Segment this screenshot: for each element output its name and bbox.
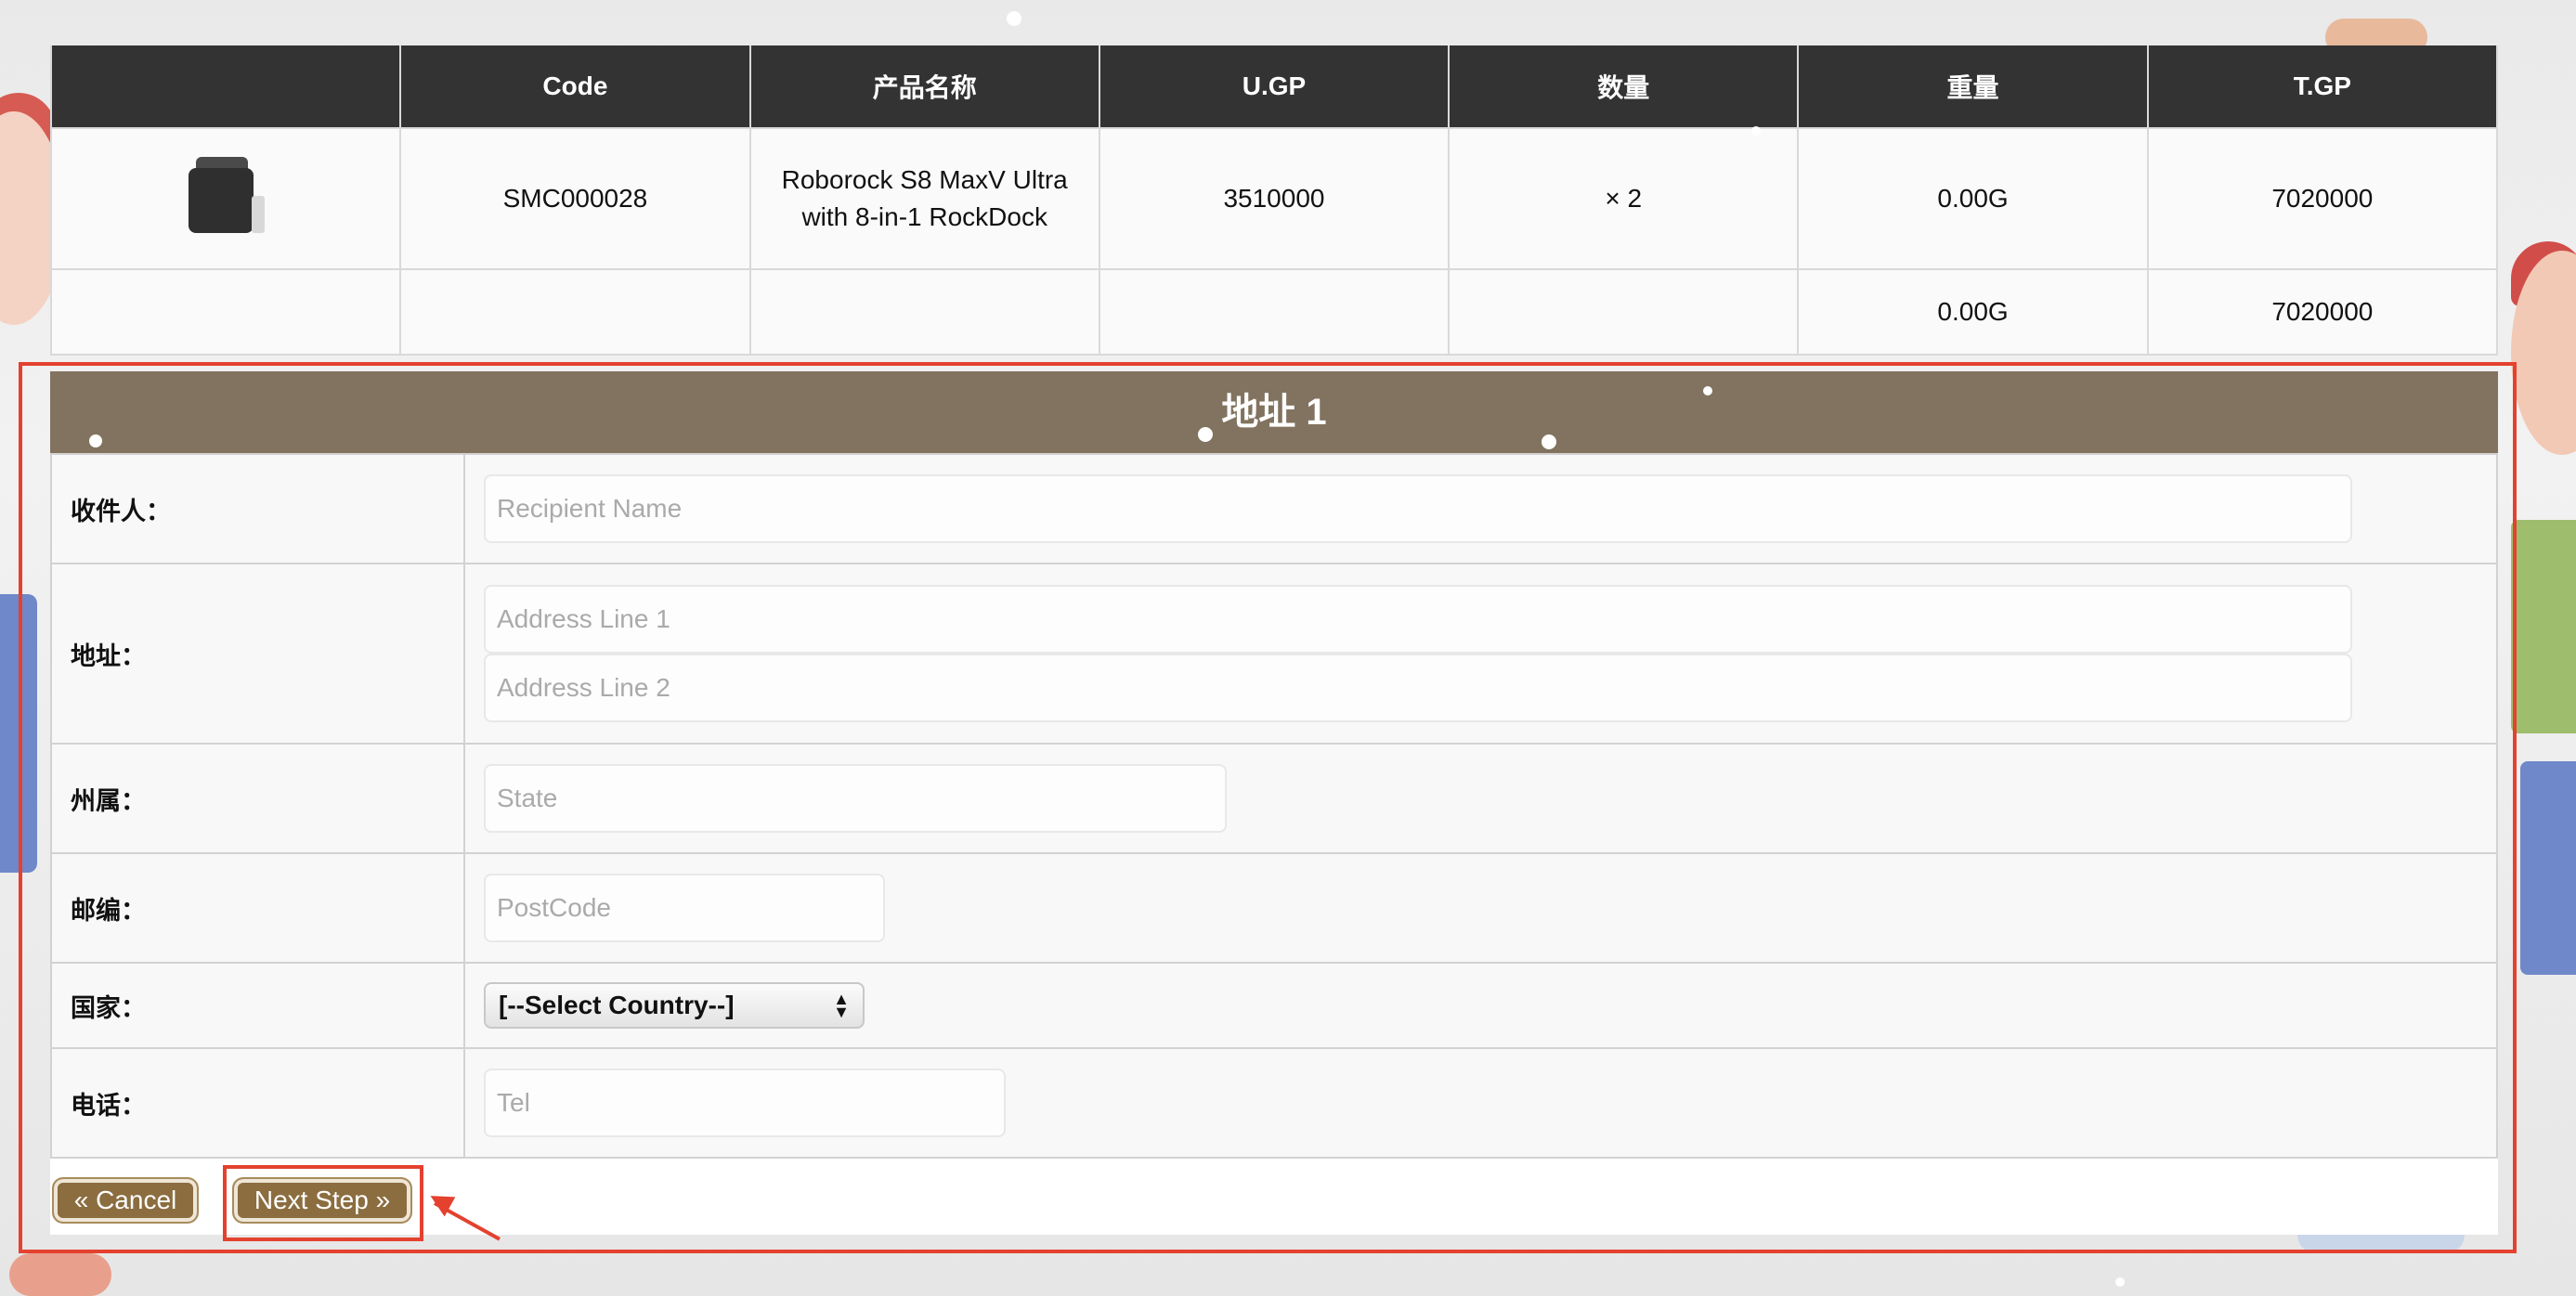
snowflake-dot	[2115, 1277, 2125, 1287]
background-decoration	[2511, 520, 2576, 733]
column-header-quantity: 数量	[1448, 45, 1800, 129]
table-row: SMC000028 Roborock S8 MaxV Ultra with 8-…	[49, 127, 2499, 270]
robot-vacuum-image	[179, 149, 272, 242]
product-code: SMC000028	[399, 127, 751, 270]
product-unit-gp: 3510000	[1098, 127, 1451, 270]
snowflake-dot	[1703, 386, 1712, 395]
product-name: Roborock S8 MaxV Ultra with 8-in-1 RockD…	[748, 127, 1100, 270]
snowflake-dot	[89, 434, 102, 447]
column-header-unit-gp: U.GP	[1098, 45, 1451, 129]
totals-row: 0.00G 7020000	[49, 268, 2499, 356]
product-weight: 0.00G	[1797, 127, 2149, 270]
column-header-weight: 重量	[1797, 45, 2149, 129]
cart-table: Code 产品名称 U.GP 数量 重量 T.GP SMC000028 Robo…	[49, 45, 2499, 356]
snowflake-dot	[1751, 126, 1761, 136]
highlight-box	[19, 362, 2517, 1253]
cart-header-row: Code 产品名称 U.GP 数量 重量 T.GP	[49, 45, 2499, 129]
column-header-total-gp: T.GP	[2146, 45, 2499, 129]
next-step-highlight	[223, 1165, 423, 1241]
grand-total-gp: 7020000	[2146, 268, 2499, 356]
background-decoration	[2520, 761, 2576, 975]
product-quantity: × 2	[1448, 127, 1800, 270]
snowflake-dot	[1198, 427, 1213, 442]
snowflake-dot	[1542, 434, 1556, 449]
total-weight: 0.00G	[1797, 268, 2149, 356]
product-total-gp: 7020000	[2146, 127, 2499, 270]
column-header-code: Code	[399, 45, 751, 129]
product-image-cell	[49, 127, 402, 270]
background-decoration	[9, 1253, 111, 1296]
snowflake-dot	[1007, 11, 1021, 26]
column-header-product-name: 产品名称	[748, 45, 1100, 129]
column-header-image	[49, 45, 402, 129]
